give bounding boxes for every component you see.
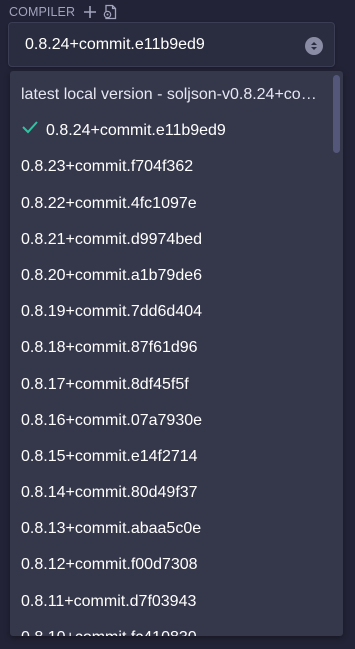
version-option-label: 0.8.12+commit.f00d7308 — [21, 556, 198, 574]
dropdown-scrollbar[interactable] — [332, 75, 341, 631]
plus-icon[interactable] — [83, 5, 97, 19]
version-option[interactable]: 0.8.14+commit.80d49f37 — [10, 475, 330, 511]
section-title: COMPILER — [9, 5, 76, 19]
version-option-label: 0.8.11+commit.d7f03943 — [21, 592, 197, 610]
version-option[interactable]: 0.8.17+commit.8df45f5f — [10, 367, 330, 403]
version-option[interactable]: 0.8.20+commit.a1b79de6 — [10, 258, 330, 294]
version-option-label: 0.8.20+commit.a1b79de6 — [21, 266, 203, 284]
version-option-label: 0.8.17+commit.8df45f5f — [21, 375, 189, 393]
version-option[interactable]: 0.8.13+commit.abaa5c0e — [10, 511, 330, 547]
selected-version: 0.8.24+commit.e11b9ed9 — [25, 36, 205, 53]
check-icon — [22, 121, 38, 134]
version-dropdown: latest local version - soljson-v0.8.24+c… — [10, 71, 343, 636]
compiler-header: COMPILER — [9, 3, 118, 21]
up-down-arrows-icon — [305, 37, 323, 55]
version-option-label: 0.8.18+commit.87f61d96 — [21, 339, 198, 357]
scrollbar-thumb[interactable] — [333, 75, 340, 153]
version-option[interactable]: 0.8.15+commit.e14f2714 — [10, 439, 330, 475]
version-option-label: 0.8.24+commit.e11b9ed9 — [46, 122, 226, 140]
version-option-label: 0.8.19+commit.7dd6d404 — [21, 303, 203, 321]
version-option[interactable]: 0.8.11+commit.d7f03943 — [10, 584, 330, 620]
version-option-label: latest local version - soljson-v0.8.24+c… — [21, 86, 330, 103]
version-option[interactable]: 0.8.16+commit.07a7930e — [10, 403, 330, 439]
version-option-label: 0.8.10+commit.fc410830 — [21, 629, 197, 636]
version-option[interactable]: 0.8.22+commit.4fc1097e — [10, 186, 330, 222]
version-option[interactable]: latest local version - soljson-v0.8.24+c… — [10, 77, 330, 113]
version-option[interactable]: 0.8.10+commit.fc410830 — [10, 620, 330, 636]
compiler-version-select[interactable]: 0.8.24+commit.e11b9ed9 — [8, 22, 335, 67]
version-option[interactable]: 0.8.19+commit.7dd6d404 — [10, 294, 330, 330]
version-option[interactable]: 0.8.12+commit.f00d7308 — [10, 547, 330, 583]
version-option[interactable]: 0.8.18+commit.87f61d96 — [10, 330, 330, 366]
version-list: latest local version - soljson-v0.8.24+c… — [10, 77, 330, 636]
version-option[interactable]: 0.8.21+commit.d9974bed — [10, 222, 330, 258]
version-option-label: 0.8.22+commit.4fc1097e — [21, 194, 197, 212]
version-option-label: 0.8.13+commit.abaa5c0e — [21, 520, 202, 538]
file-config-icon[interactable] — [103, 4, 118, 20]
version-option-label: 0.8.16+commit.07a7930e — [21, 411, 203, 429]
version-option-selected[interactable]: 0.8.24+commit.e11b9ed9 — [10, 113, 330, 149]
version-option-label: 0.8.14+commit.80d49f37 — [21, 484, 198, 502]
compiler-panel: COMPILER 0.8.24+commit.e11b9ed9 latest l… — [0, 0, 355, 649]
version-option-label: 0.8.23+commit.f704f362 — [21, 158, 194, 176]
version-option-label: 0.8.15+commit.e14f2714 — [21, 447, 198, 465]
version-option-label: 0.8.21+commit.d9974bed — [21, 230, 203, 248]
version-option[interactable]: 0.8.23+commit.f704f362 — [10, 149, 330, 185]
